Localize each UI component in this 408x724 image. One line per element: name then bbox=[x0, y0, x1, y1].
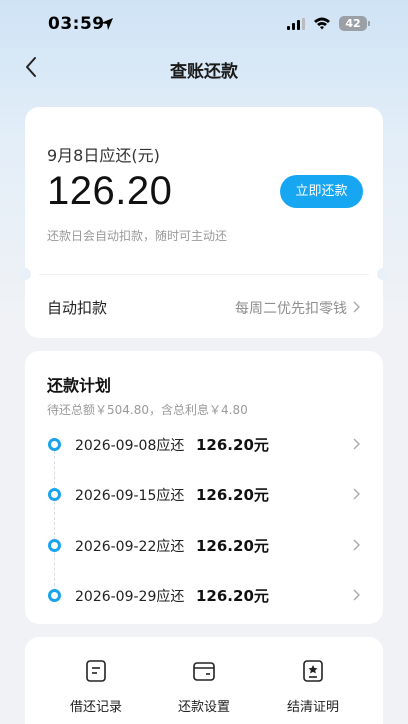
plan-title: 还款计划 bbox=[47, 376, 112, 395]
action-label: 结清证明 bbox=[286, 700, 339, 715]
auto-debit-label: 自动扣款 bbox=[47, 299, 108, 317]
due-amount: 126.20 bbox=[47, 169, 173, 213]
wifi-icon bbox=[314, 17, 330, 30]
battery-tip bbox=[368, 21, 370, 26]
plan-item-amount: 126.20元 bbox=[196, 537, 269, 555]
timeline-dot bbox=[48, 589, 61, 602]
location-arrow-icon bbox=[101, 18, 113, 30]
timeline-dot bbox=[48, 488, 61, 501]
timeline-line bbox=[54, 446, 55, 596]
auto-debit-row[interactable]: 自动扣款 每周二优先扣零钱 bbox=[25, 287, 383, 327]
plan-item-date: 2026-09-08应还 bbox=[75, 438, 185, 454]
divider bbox=[39, 274, 369, 275]
status-bar: 03:59 42 bbox=[0, 0, 408, 50]
chevron-right-icon bbox=[353, 589, 360, 601]
timeline-dot bbox=[48, 539, 61, 552]
chevron-right-icon bbox=[353, 488, 360, 500]
chevron-right-icon bbox=[353, 301, 360, 313]
plan-item[interactable]: 2026-09-15应还 126.20元 bbox=[25, 479, 383, 509]
cellular-signal-icon bbox=[287, 18, 305, 30]
card-notch-right bbox=[377, 268, 389, 280]
chevron-right-icon bbox=[353, 438, 360, 450]
plan-summary: 待还总额￥504.80，含总利息￥4.80 bbox=[47, 403, 248, 417]
action-label: 借还记录 bbox=[69, 700, 122, 715]
plan-item[interactable]: 2026-09-29应还 126.20元 bbox=[25, 580, 383, 610]
chevron-right-icon bbox=[353, 539, 360, 551]
actions-card: 借还记录 还款设置 结清证明 bbox=[25, 637, 383, 724]
battery-level: 42 bbox=[345, 17, 361, 30]
plan-item[interactable]: 2026-09-22应还 126.20元 bbox=[25, 530, 383, 560]
document-icon bbox=[86, 660, 106, 682]
plan-item-amount: 126.20元 bbox=[196, 486, 269, 504]
plan-item-date: 2026-09-15应还 bbox=[75, 488, 185, 504]
action-label: 还款设置 bbox=[177, 700, 230, 715]
page-title: 查账还款 bbox=[170, 62, 238, 82]
due-card: 9月8日应还(元) 126.20 立即还款 还款日会自动扣款，随时可主动还 自动… bbox=[19, 107, 389, 338]
status-time: 03:59 bbox=[48, 14, 105, 34]
repayment-plan-card: 还款计划 待还总额￥504.80，含总利息￥4.80 2026-09-08应还 … bbox=[25, 351, 383, 624]
battery-icon: 42 bbox=[339, 16, 367, 31]
plan-item-date: 2026-09-22应还 bbox=[75, 539, 185, 555]
auto-debit-hint: 还款日会自动扣款，随时可主动还 bbox=[47, 229, 228, 243]
plan-item-date: 2026-09-29应还 bbox=[75, 589, 185, 605]
repay-now-button[interactable]: 立即还款 bbox=[280, 175, 363, 208]
plan-item-amount: 126.20元 bbox=[196, 587, 269, 605]
settlement-certificate-button[interactable]: 结清证明 bbox=[268, 659, 358, 719]
wallet-icon bbox=[193, 662, 215, 681]
plan-item-amount: 126.20元 bbox=[196, 436, 269, 454]
card-notch-left bbox=[19, 268, 31, 280]
certificate-icon bbox=[303, 660, 323, 682]
plan-item[interactable]: 2026-09-08应还 126.20元 bbox=[25, 429, 383, 459]
repayment-settings-button[interactable]: 还款设置 bbox=[159, 659, 249, 719]
timeline-dot bbox=[48, 438, 61, 451]
loan-records-button[interactable]: 借还记录 bbox=[51, 659, 141, 719]
due-date-label: 9月8日应还(元) bbox=[47, 146, 160, 165]
auto-debit-value: 每周二优先扣零钱 bbox=[235, 301, 347, 317]
